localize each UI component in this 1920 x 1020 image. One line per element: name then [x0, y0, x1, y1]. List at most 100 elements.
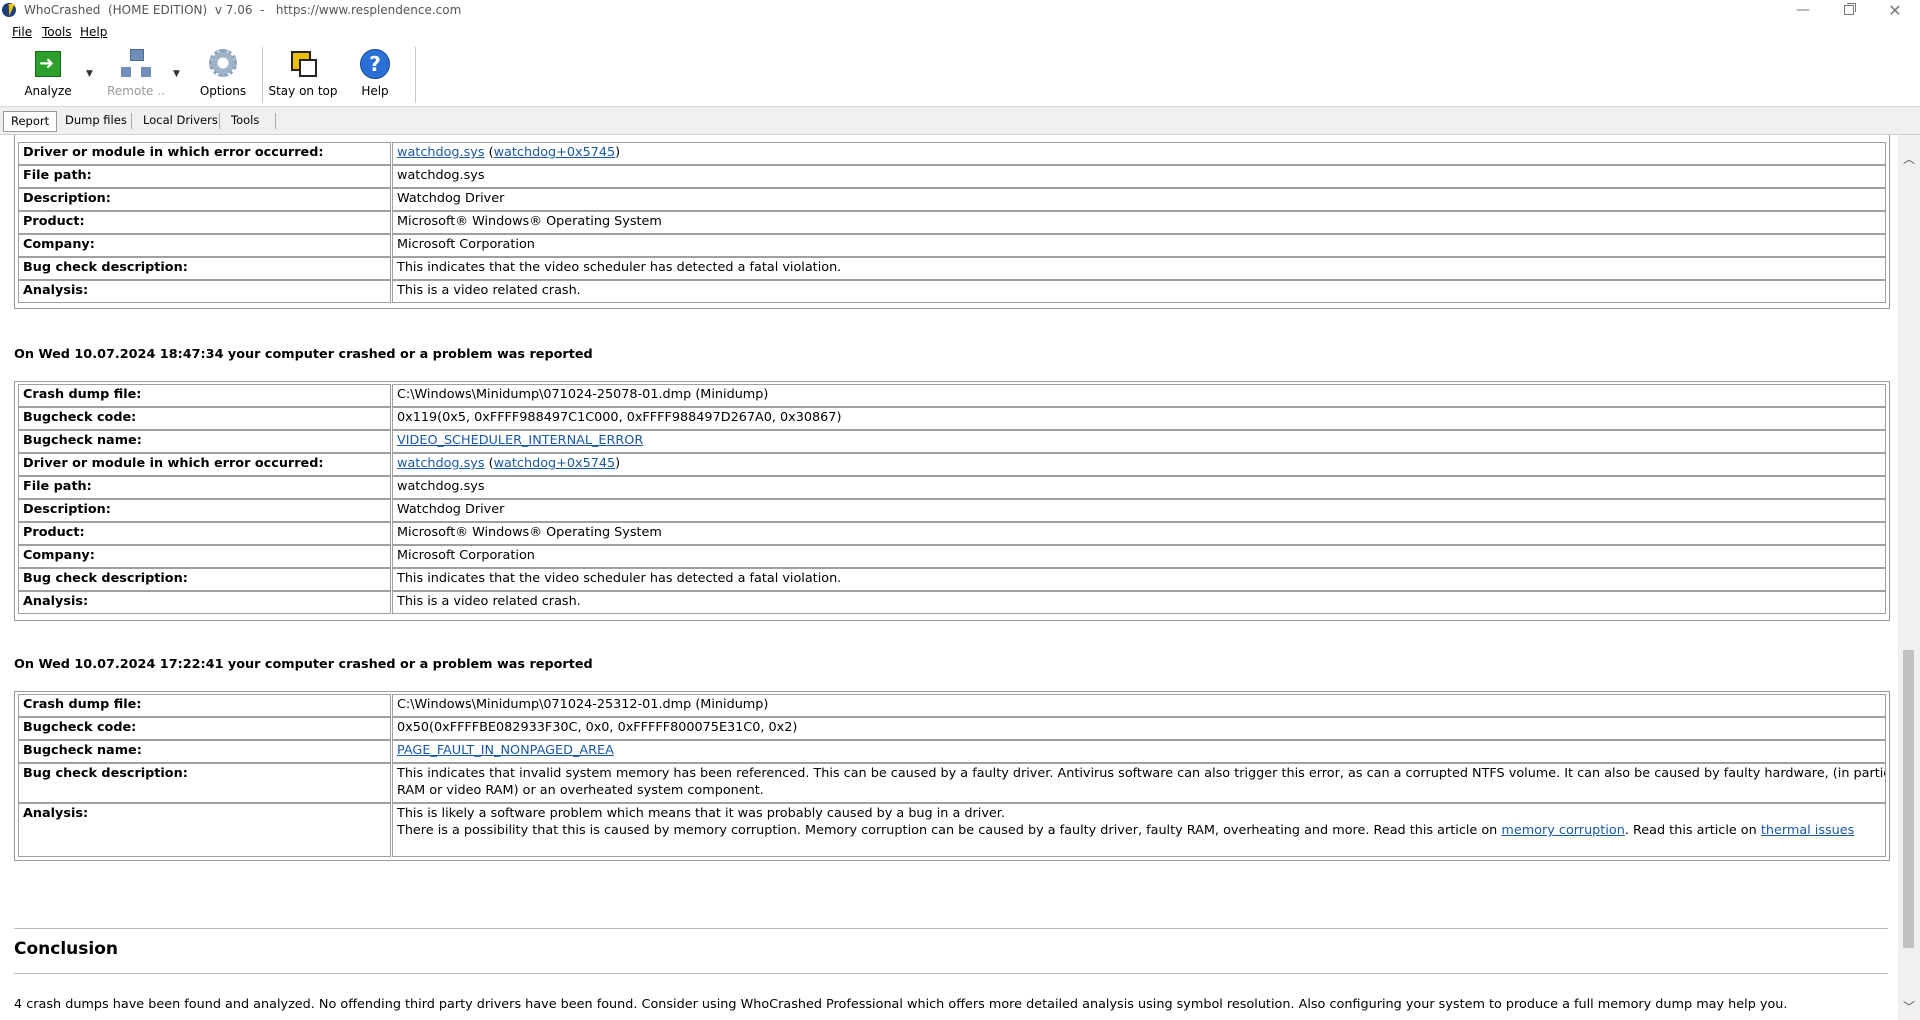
tab-dump-files[interactable]: Dump files [58, 111, 134, 130]
tab-separator [219, 113, 220, 129]
bug-check-description-label: Bug check description: [18, 763, 391, 803]
restore-button[interactable] [1826, 0, 1872, 23]
section-divider [14, 928, 1888, 929]
company-value: Microsoft Corporation [392, 545, 1886, 568]
menu-file[interactable]: File [12, 25, 32, 39]
report-content[interactable]: Driver or module in which error occurred… [0, 135, 1898, 1020]
table-row: Bug check description: This indicates th… [15, 257, 1889, 281]
table-row: Crash dump file: C:\Windows\Minidump\071… [15, 384, 1889, 408]
vertical-scrollbar[interactable]: ︿ ﹀ [1898, 135, 1920, 1020]
analysis-text: There is a possibility that this is caus… [397, 823, 1502, 838]
menu-help[interactable]: Help [80, 25, 107, 39]
bugcheck-name-link[interactable]: VIDEO_SCHEDULER_INTERNAL_ERROR [397, 433, 643, 448]
company-label: Company: [18, 234, 391, 257]
title-bar: WhoCrashed (HOME EDITION) v 7.06 - https… [0, 0, 1920, 23]
analysis-value: This is a video related crash. [392, 280, 1886, 303]
analyze-dropdown-arrow[interactable]: ▼ [86, 69, 93, 79]
minimize-button[interactable]: — [1780, 0, 1826, 23]
table-row: Description: Watchdog Driver [15, 499, 1889, 523]
table-row: Company: Microsoft Corporation [15, 234, 1889, 258]
tab-local-drivers[interactable]: Local Drivers [136, 111, 225, 130]
menu-help-label: Help [80, 25, 108, 39]
tab-separator [131, 113, 132, 129]
analyze-label: Analyze [24, 84, 72, 98]
crash-table-1: Driver or module in which error occurred… [14, 135, 1890, 309]
table-row: Company: Microsoft Corporation [15, 545, 1889, 569]
scroll-up-arrow-icon[interactable]: ︿ [1898, 149, 1920, 169]
window-title: WhoCrashed (HOME EDITION) v 7.06 - https… [24, 3, 462, 17]
bug-check-description-line: RAM or video RAM) or an overheated syste… [397, 783, 764, 798]
company-value: Microsoft Corporation [392, 234, 1886, 257]
table-row: Crash dump file: C:\Windows\Minidump\071… [15, 694, 1889, 718]
bugcheck-code-value: 0x119(0x5, 0xFFFF988497C1C000, 0xFFFF988… [392, 407, 1886, 430]
analyze-button[interactable]: Analyze [18, 43, 78, 105]
file-path-label: File path: [18, 165, 391, 188]
file-path-label: File path: [18, 476, 391, 499]
product-value: Microsoft® Windows® Operating System [392, 211, 1886, 234]
stay-on-top-icon [289, 49, 317, 77]
bug-check-description-value: This indicates that invalid system memor… [392, 763, 1886, 803]
bug-check-description-value: This indicates that the video scheduler … [392, 257, 1886, 280]
bug-check-description-value: This indicates that the video scheduler … [392, 568, 1886, 591]
crash-heading: On Wed 10.07.2024 17:22:41 your computer… [14, 657, 593, 672]
app-logo-icon [2, 3, 16, 17]
table-row: Bugcheck name: VIDEO_SCHEDULER_INTERNAL_… [15, 430, 1889, 454]
table-row: Bug check description: This indicates th… [15, 763, 1889, 804]
product-value: Microsoft® Windows® Operating System [392, 522, 1886, 545]
driver-link[interactable]: watchdog.sys [397, 456, 485, 471]
table-row: Product: Microsoft® Windows® Operating S… [15, 211, 1889, 235]
stay-on-top-button[interactable]: Stay on top [268, 43, 338, 105]
table-row: Product: Microsoft® Windows® Operating S… [15, 522, 1889, 546]
scrollbar-thumb[interactable] [1903, 650, 1914, 948]
bug-check-description-label: Bug check description: [18, 568, 391, 591]
description-label: Description: [18, 499, 391, 522]
tab-tools[interactable]: Tools [224, 111, 266, 130]
analysis-label: Analysis: [18, 280, 391, 303]
driver-offset-link[interactable]: watchdog+0x5745 [494, 456, 616, 471]
menu-tools[interactable]: Tools [42, 25, 72, 39]
file-path-value: watchdog.sys [392, 165, 1886, 188]
product-label: Product: [18, 211, 391, 234]
bugcheck-code-label: Bugcheck code: [18, 407, 391, 430]
options-button[interactable]: Options [194, 43, 252, 105]
menu-tools-label: Tools [42, 25, 72, 39]
tab-report[interactable]: Report [3, 111, 58, 132]
driver-offset-link[interactable]: watchdog+0x5745 [494, 145, 616, 160]
driver-link[interactable]: watchdog.sys [397, 145, 485, 160]
table-row: Analysis: This is a video related crash. [15, 591, 1889, 615]
analysis-line: This is likely a software problem which … [397, 806, 1005, 821]
table-row: Description: Watchdog Driver [15, 188, 1889, 212]
table-row: Bug check description: This indicates th… [15, 568, 1889, 592]
network-icon [121, 49, 151, 79]
memory-corruption-link[interactable]: memory corruption [1501, 823, 1624, 838]
help-label: Help [361, 84, 389, 98]
driver-module-label: Driver or module in which error occurred… [18, 142, 391, 165]
conclusion-title: Conclusion [14, 939, 118, 959]
bugcheck-name-label: Bugcheck name: [18, 430, 391, 453]
close-button[interactable]: ✕ [1872, 0, 1918, 23]
company-label: Company: [18, 545, 391, 568]
remote-dropdown-arrow[interactable]: ▼ [173, 69, 180, 79]
scroll-down-arrow-icon[interactable]: ﹀ [1898, 997, 1920, 1017]
bugcheck-name-link[interactable]: PAGE_FAULT_IN_NONPAGED_AREA [397, 743, 614, 758]
help-question-icon: ? [360, 49, 390, 79]
crash-heading: On Wed 10.07.2024 18:47:34 your computer… [14, 347, 593, 362]
remote-label: Remote .. [107, 84, 165, 98]
crash-dump-file-label: Crash dump file: [18, 384, 391, 407]
analysis-label: Analysis: [18, 803, 391, 857]
crash-table-2: Crash dump file: C:\Windows\Minidump\071… [14, 381, 1890, 621]
description-value: Watchdog Driver [392, 188, 1886, 211]
thermal-issues-link[interactable]: thermal issues [1761, 823, 1855, 838]
driver-module-value: watchdog.sys (watchdog+0x5745) [392, 453, 1886, 476]
bugcheck-name-label: Bugcheck name: [18, 740, 391, 763]
remote-button[interactable]: Remote .. [104, 43, 168, 105]
table-row: Driver or module in which error occurred… [15, 453, 1889, 477]
table-row: Analysis: This is a video related crash. [15, 280, 1889, 304]
table-row: File path: watchdog.sys [15, 165, 1889, 189]
bugcheck-code-label: Bugcheck code: [18, 717, 391, 740]
toolbar-separator [415, 47, 416, 103]
analysis-value: This is a video related crash. [392, 591, 1886, 614]
analysis-line: There is a possibility that this is caus… [397, 822, 1881, 839]
driver-module-value: watchdog.sys (watchdog+0x5745) [392, 142, 1886, 165]
help-button[interactable]: ? Help [348, 43, 402, 105]
